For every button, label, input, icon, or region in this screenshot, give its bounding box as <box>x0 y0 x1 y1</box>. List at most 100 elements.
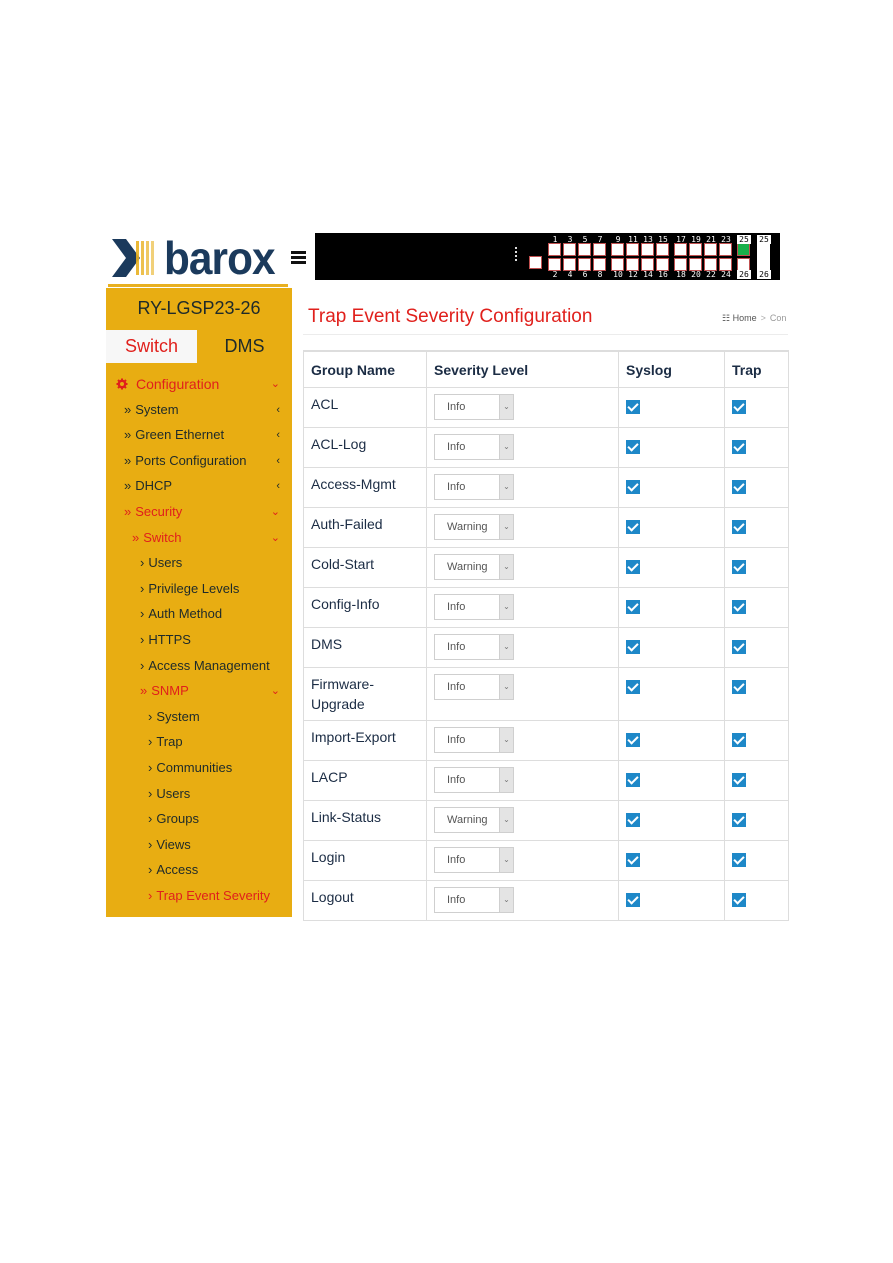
port-15[interactable] <box>656 243 669 256</box>
syslog-cell <box>618 880 725 921</box>
syslog-checkbox[interactable] <box>626 520 640 534</box>
syslog-checkbox[interactable] <box>626 440 640 454</box>
sidebar-item-trap-event-severity[interactable]: › Trap Event Severity <box>106 884 292 908</box>
chevron-down-icon[interactable]: ⌄ <box>499 675 513 699</box>
sidebar-item-configuration[interactable]: Configuration ⌄ <box>106 372 292 396</box>
port-7[interactable] <box>593 243 606 256</box>
sidebar-item-snmp[interactable]: » SNMP ⌄ <box>106 679 292 703</box>
syslog-checkbox[interactable] <box>626 680 640 694</box>
trap-checkbox[interactable] <box>732 480 746 494</box>
severity-level-select[interactable]: Warning ⌄ <box>434 807 514 833</box>
port-21[interactable] <box>704 243 717 256</box>
port-11[interactable] <box>626 243 639 256</box>
chevron-down-icon[interactable]: ⌄ <box>499 728 513 752</box>
sidebar-item-system[interactable]: › System <box>106 705 292 729</box>
sidebar-item-groups[interactable]: › Groups <box>106 807 292 831</box>
trap-checkbox[interactable] <box>732 733 746 747</box>
syslog-checkbox[interactable] <box>626 400 640 414</box>
severity-level-select[interactable]: Info ⌄ <box>434 394 514 420</box>
chevron-down-icon[interactable]: ⌄ <box>499 768 513 792</box>
trap-checkbox[interactable] <box>732 773 746 787</box>
sidebar-item-ports-configuration[interactable]: » Ports Configuration ‹ <box>106 449 292 473</box>
sfp-port-25-26[interactable] <box>757 244 770 270</box>
port-3[interactable] <box>563 243 576 256</box>
chevron-down-icon[interactable]: ⌄ <box>499 808 513 832</box>
hamburger-icon[interactable] <box>291 251 306 265</box>
sidebar-item-communities[interactable]: › Communities <box>106 756 292 780</box>
trap-checkbox[interactable] <box>732 640 746 654</box>
syslog-checkbox[interactable] <box>626 640 640 654</box>
severity-level-select[interactable]: Info ⌄ <box>434 474 514 500</box>
trap-checkbox[interactable] <box>732 813 746 827</box>
severity-level-select[interactable]: Info ⌄ <box>434 594 514 620</box>
tab-dms[interactable]: DMS <box>197 330 292 363</box>
chevron-down-icon[interactable]: ⌄ <box>499 635 513 659</box>
table-row: Auth-Failed Warning ⌄ <box>303 507 789 548</box>
port-23[interactable] <box>719 243 732 256</box>
breadcrumb-home[interactable]: Home <box>733 313 757 323</box>
breadcrumb-current[interactable]: Con <box>770 313 787 323</box>
chevron-down-icon[interactable]: ⌄ <box>499 595 513 619</box>
sidebar-item-dhcp[interactable]: » DHCP ‹ <box>106 474 292 498</box>
syslog-checkbox[interactable] <box>626 733 640 747</box>
syslog-checkbox[interactable] <box>626 560 640 574</box>
severity-level-select[interactable]: Info ⌄ <box>434 887 514 913</box>
trap-checkbox[interactable] <box>732 440 746 454</box>
sidebar-item-system[interactable]: » System ‹ <box>106 398 292 422</box>
trap-checkbox[interactable] <box>732 560 746 574</box>
port-label: 11 <box>628 235 638 244</box>
severity-level-select[interactable]: Warning ⌄ <box>434 514 514 540</box>
severity-level-select[interactable]: Info ⌄ <box>434 767 514 793</box>
sidebar-item-users[interactable]: › Users <box>106 782 292 806</box>
sidebar-item-auth-method[interactable]: › Auth Method <box>106 602 292 626</box>
port-13[interactable] <box>641 243 654 256</box>
port-9[interactable] <box>611 243 624 256</box>
syslog-checkbox[interactable] <box>626 893 640 907</box>
syslog-checkbox[interactable] <box>626 773 640 787</box>
sidebar-item-access[interactable]: › Access <box>106 858 292 882</box>
sidebar-item-users[interactable]: › Users <box>106 551 292 575</box>
trap-checkbox[interactable] <box>732 853 746 867</box>
sidebar-item-https[interactable]: › HTTPS <box>106 628 292 652</box>
severity-level-select[interactable]: Info ⌄ <box>434 847 514 873</box>
syslog-checkbox[interactable] <box>626 853 640 867</box>
trap-checkbox[interactable] <box>732 400 746 414</box>
port-1[interactable] <box>548 243 561 256</box>
severity-level-select[interactable]: Info ⌄ <box>434 727 514 753</box>
port-label: 25 <box>737 235 751 244</box>
chevron-down-icon[interactable]: ⌄ <box>499 888 513 912</box>
port-25[interactable] <box>737 243 750 256</box>
syslog-checkbox[interactable] <box>626 480 640 494</box>
sidebar-item-switch[interactable]: » Switch ⌄ <box>106 526 292 550</box>
sidebar-item-trap[interactable]: › Trap <box>106 730 292 754</box>
sidebar-item-views[interactable]: › Views <box>106 833 292 857</box>
port-label: 6 <box>582 270 588 279</box>
chevron-down-icon[interactable]: ⌄ <box>499 555 513 579</box>
port-19[interactable] <box>689 243 702 256</box>
table-row: Firmware-Upgrade Info ⌄ <box>303 667 789 721</box>
sidebar-item-green-ethernet[interactable]: » Green Ethernet ‹ <box>106 423 292 447</box>
chevron-down-icon[interactable]: ⌄ <box>499 435 513 459</box>
severity-level-select[interactable]: Info ⌄ <box>434 674 514 700</box>
chevron-down-icon[interactable]: ⌄ <box>499 515 513 539</box>
sidebar: RY-LGSP23-26 Switch DMS Configuration ⌄» S… <box>106 288 292 917</box>
chevron-down-icon[interactable]: ⌄ <box>499 848 513 872</box>
sidebar-item-access-management[interactable]: › Access Management <box>106 654 292 678</box>
sidebar-item-security[interactable]: » Security ⌄ <box>106 500 292 524</box>
port-5[interactable] <box>578 243 591 256</box>
severity-level-select[interactable]: Warning ⌄ <box>434 554 514 580</box>
tab-switch[interactable]: Switch <box>106 330 197 363</box>
syslog-checkbox[interactable] <box>626 600 640 614</box>
trap-checkbox[interactable] <box>732 600 746 614</box>
syslog-checkbox[interactable] <box>626 813 640 827</box>
sidebar-item-privilege-levels[interactable]: › Privilege Levels <box>106 577 292 601</box>
trap-checkbox[interactable] <box>732 680 746 694</box>
chevron-down-icon[interactable]: ⌄ <box>499 475 513 499</box>
table-row: ACL-Log Info ⌄ <box>303 427 789 468</box>
trap-checkbox[interactable] <box>732 520 746 534</box>
chevron-down-icon[interactable]: ⌄ <box>499 395 513 419</box>
severity-level-select[interactable]: Info ⌄ <box>434 634 514 660</box>
severity-level-select[interactable]: Info ⌄ <box>434 434 514 460</box>
port-17[interactable] <box>674 243 687 256</box>
trap-checkbox[interactable] <box>732 893 746 907</box>
